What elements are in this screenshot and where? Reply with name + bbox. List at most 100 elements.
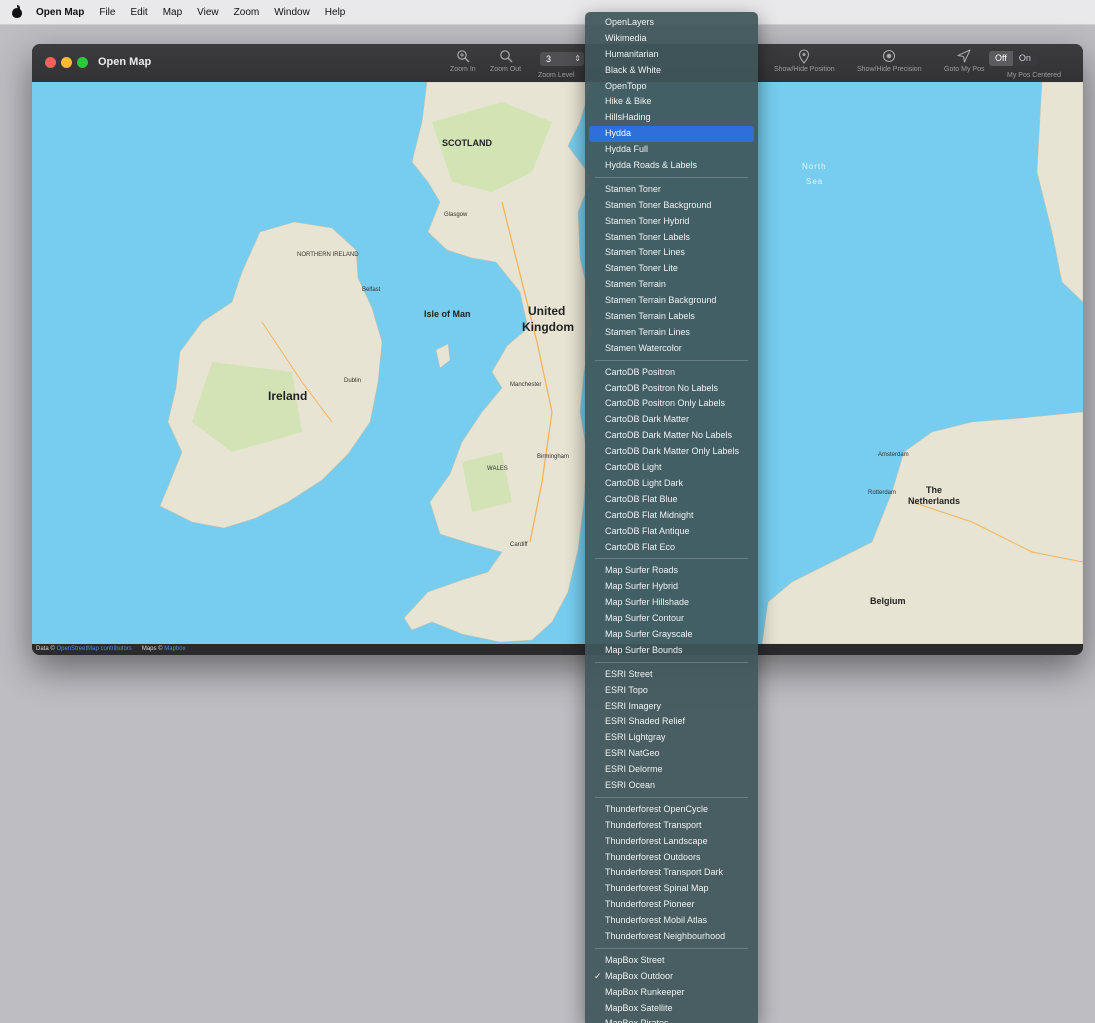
- menu-item-esri-topo[interactable]: ESRI Topo: [589, 683, 754, 699]
- menu-item-thunderforest-neighbourhood[interactable]: Thunderforest Neighbourhood: [589, 929, 754, 945]
- menu-item-stamen-terrain[interactable]: Stamen Terrain: [589, 277, 754, 293]
- menubar-app-name[interactable]: Open Map: [36, 7, 84, 18]
- menu-item-stamen-toner-background[interactable]: Stamen Toner Background: [589, 198, 754, 214]
- menu-item-cartodb-flat-midnight[interactable]: CartoDB Flat Midnight: [589, 508, 754, 524]
- menu-item-stamen-terrain-lines[interactable]: Stamen Terrain Lines: [589, 325, 754, 341]
- menu-item-label: Thunderforest Pioneer: [605, 899, 695, 910]
- menu-item-thunderforest-spinal-map[interactable]: Thunderforest Spinal Map: [589, 881, 754, 897]
- menu-item-thunderforest-transport[interactable]: Thunderforest Transport: [589, 818, 754, 834]
- toggle-off-option[interactable]: Off: [989, 51, 1013, 66]
- map-view[interactable]: SCOTLAND Glasgow NORTHERN IRELAND Belfas…: [32, 82, 1083, 644]
- menu-item-map-surfer-hillshade[interactable]: Map Surfer Hillshade: [589, 595, 754, 611]
- toggle-on-option[interactable]: On: [1012, 51, 1037, 66]
- menu-item-stamen-watercolor[interactable]: Stamen Watercolor: [589, 341, 754, 357]
- menu-item-hydda-roads-and-labels[interactable]: Hydda Roads & Labels: [589, 158, 754, 174]
- menu-item-map-surfer-roads[interactable]: Map Surfer Roads: [589, 563, 754, 579]
- menu-item-thunderforest-transport-dark[interactable]: Thunderforest Transport Dark: [589, 865, 754, 881]
- menu-item-cartodb-flat-eco[interactable]: CartoDB Flat Eco: [589, 540, 754, 556]
- menu-item-map-surfer-contour[interactable]: Map Surfer Contour: [589, 611, 754, 627]
- apple-icon[interactable]: [12, 5, 22, 18]
- menu-item-stamen-toner[interactable]: Stamen Toner: [589, 182, 754, 198]
- menu-item-esri-natgeo[interactable]: ESRI NatGeo: [589, 746, 754, 762]
- mapbox-link[interactable]: Mapbox: [164, 646, 185, 652]
- menu-item-hydda[interactable]: Hydda: [589, 126, 754, 143]
- show-hide-precision-button[interactable]: Show/Hide Precision: [857, 49, 922, 73]
- menu-item-cartodb-light-dark[interactable]: CartoDB Light Dark: [589, 476, 754, 492]
- menu-item-stamen-toner-lite[interactable]: Stamen Toner Lite: [589, 261, 754, 277]
- my-pos-centered-toggle[interactable]: Off On: [989, 51, 1037, 66]
- menu-item-stamen-terrain-background[interactable]: Stamen Terrain Background: [589, 293, 754, 309]
- isle-of-man-landmass: [435, 343, 451, 369]
- menubar-view[interactable]: View: [197, 7, 219, 18]
- menu-item-esri-imagery[interactable]: ESRI Imagery: [589, 699, 754, 715]
- menu-item-thunderforest-opencycle[interactable]: Thunderforest OpenCycle: [589, 802, 754, 818]
- zoom-level-stepper-icon[interactable]: ⇕: [574, 52, 581, 66]
- menu-item-thunderforest-mobil-atlas[interactable]: Thunderforest Mobil Atlas: [589, 913, 754, 929]
- minimize-window-button[interactable]: [61, 57, 72, 68]
- menu-item-esri-street[interactable]: ESRI Street: [589, 667, 754, 683]
- menubar-window[interactable]: Window: [274, 7, 310, 18]
- zoom-level-field[interactable]: 3 ⇕: [540, 52, 584, 66]
- maximize-window-button[interactable]: [77, 57, 88, 68]
- menu-item-map-surfer-bounds[interactable]: Map Surfer Bounds: [589, 643, 754, 659]
- show-hide-position-button[interactable]: Show/Hide Position: [774, 49, 835, 73]
- menu-item-cartodb-light[interactable]: CartoDB Light: [589, 460, 754, 476]
- menu-item-stamen-toner-hybrid[interactable]: Stamen Toner Hybrid: [589, 214, 754, 230]
- menu-item-hillshading[interactable]: HillsHading: [589, 110, 754, 126]
- menu-item-label: CartoDB Flat Antique: [605, 525, 690, 536]
- openstreetmap-link[interactable]: OpenStreetMap contributors: [56, 646, 131, 652]
- zoom-out-button[interactable]: Zoom Out: [490, 49, 521, 73]
- menu-item-mapbox-runkeeper[interactable]: MapBox Runkeeper: [589, 985, 754, 1001]
- menu-item-esri-lightgray[interactable]: ESRI Lightgray: [589, 730, 754, 746]
- map-label-netherlands: Netherlands: [908, 496, 961, 506]
- menu-item-esri-ocean[interactable]: ESRI Ocean: [589, 778, 754, 794]
- menu-item-hike-and-bike[interactable]: Hike & Bike: [589, 94, 754, 110]
- menubar-file[interactable]: File: [99, 7, 115, 18]
- menu-item-cartodb-positron-no-labels[interactable]: CartoDB Positron No Labels: [589, 381, 754, 397]
- menu-item-esri-delorme[interactable]: ESRI Delorme: [589, 762, 754, 778]
- menubar-zoom[interactable]: Zoom: [234, 7, 260, 18]
- menu-bar: Open Map File Edit Map View Zoom Window …: [0, 0, 1095, 25]
- menu-item-mapbox-pirates[interactable]: MapBox Pirates: [589, 1016, 754, 1023]
- menu-item-cartodb-dark-matter-only-labels[interactable]: CartoDB Dark Matter Only Labels: [589, 444, 754, 460]
- menu-item-stamen-terrain-labels[interactable]: Stamen Terrain Labels: [589, 309, 754, 325]
- zoom-in-button[interactable]: Zoom In: [450, 49, 476, 73]
- menu-item-map-surfer-grayscale[interactable]: Map Surfer Grayscale: [589, 627, 754, 643]
- close-window-button[interactable]: [45, 57, 56, 68]
- menu-item-esri-shaded-relief[interactable]: ESRI Shaded Relief: [589, 714, 754, 730]
- menu-item-thunderforest-landscape[interactable]: Thunderforest Landscape: [589, 834, 754, 850]
- menu-item-cartodb-flat-blue[interactable]: CartoDB Flat Blue: [589, 492, 754, 508]
- menu-item-wikimedia[interactable]: Wikimedia: [589, 31, 754, 47]
- menu-item-map-surfer-hybrid[interactable]: Map Surfer Hybrid: [589, 579, 754, 595]
- location-pin-icon: [774, 49, 835, 66]
- goto-my-pos-button[interactable]: Goto My Pos: [944, 49, 984, 73]
- menu-item-mapbox-satellite[interactable]: MapBox Satellite: [589, 1001, 754, 1017]
- continental-europe-landmass: [761, 411, 1083, 644]
- map-label-cardiff: Cardiff: [510, 542, 528, 548]
- menu-item-black-and-white[interactable]: Black & White: [589, 63, 754, 79]
- menu-item-cartodb-positron-only-labels[interactable]: CartoDB Positron Only Labels: [589, 396, 754, 412]
- menu-item-cartodb-dark-matter[interactable]: CartoDB Dark Matter: [589, 412, 754, 428]
- attribution-bar: Data © OpenStreetMap contributors Maps ©…: [32, 644, 1083, 655]
- menu-item-thunderforest-pioneer[interactable]: Thunderforest Pioneer: [589, 897, 754, 913]
- my-pos-centered-label: My Pos Centered: [1007, 72, 1062, 79]
- menu-item-cartodb-positron[interactable]: CartoDB Positron: [589, 365, 754, 381]
- menu-item-hydda-full[interactable]: Hydda Full: [589, 142, 754, 158]
- menu-item-stamen-toner-lines[interactable]: Stamen Toner Lines: [589, 245, 754, 261]
- menubar-edit[interactable]: Edit: [130, 7, 147, 18]
- menu-item-mapbox-street[interactable]: MapBox Street: [589, 953, 754, 969]
- menubar-map[interactable]: Map: [163, 7, 182, 18]
- menu-item-humanitarian[interactable]: Humanitarian: [589, 47, 754, 63]
- menu-item-stamen-toner-labels[interactable]: Stamen Toner Labels: [589, 230, 754, 246]
- menu-item-mapbox-outdoor[interactable]: ✓ MapBox Outdoor: [589, 969, 754, 985]
- target-circle-icon: [857, 49, 922, 66]
- checkmark-icon: ✓: [594, 970, 602, 981]
- menu-item-label: CartoDB Dark Matter: [605, 414, 690, 425]
- menu-item-cartodb-dark-matter-no-labels[interactable]: CartoDB Dark Matter No Labels: [589, 428, 754, 444]
- menu-item-openlayers[interactable]: OpenLayers: [589, 15, 754, 31]
- menu-item-label: CartoDB Positron Only Labels: [605, 398, 726, 409]
- menubar-help[interactable]: Help: [325, 7, 346, 18]
- menu-item-opentopo[interactable]: OpenTopo: [589, 79, 754, 95]
- menu-item-cartodb-flat-antique[interactable]: CartoDB Flat Antique: [589, 524, 754, 540]
- menu-item-thunderforest-outdoors[interactable]: Thunderforest Outdoors: [589, 850, 754, 866]
